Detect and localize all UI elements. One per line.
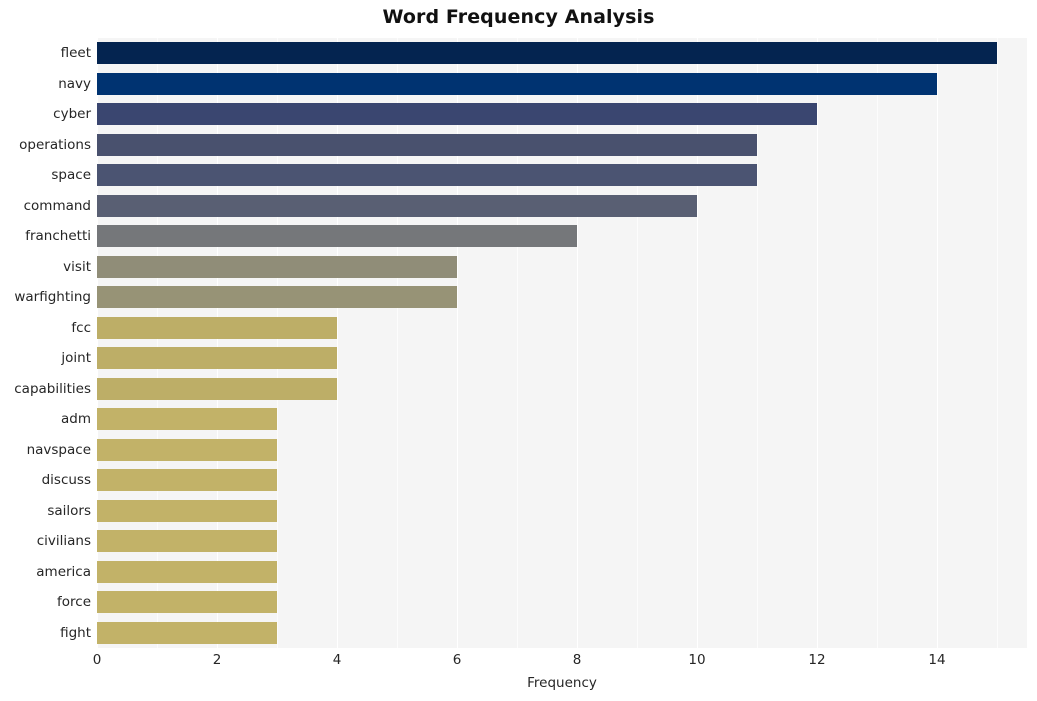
plot-area: [97, 38, 1027, 648]
bar[interactable]: [97, 72, 937, 95]
x-axis-ticks: 0 2 4 6 8 10 12 14: [93, 648, 1027, 674]
word-frequency-bar-chart: Word Frequency Analysis fleet navy cyber op…: [0, 0, 1037, 701]
x-axis-tick-label: 2: [212, 652, 222, 668]
y-axis-tick-label: discuss: [41, 472, 91, 489]
x-axis-title: Frequency: [527, 675, 597, 691]
y-axis-tick-label: operations: [19, 136, 91, 153]
bar[interactable]: [97, 42, 997, 65]
y-axis-tick-label: civilians: [36, 533, 91, 550]
bars-layer: [97, 38, 1027, 648]
bar[interactable]: [97, 133, 757, 156]
y-axis-tick-label: fight: [60, 624, 91, 641]
bar[interactable]: [97, 286, 457, 309]
y-axis-tick-label: force: [57, 594, 91, 611]
y-axis-tick-label: fleet: [60, 45, 91, 62]
y-axis-tick-label: cyber: [53, 106, 91, 123]
x-axis-tick-label: 14: [928, 652, 946, 668]
y-axis-tick-label: america: [36, 563, 91, 580]
bar[interactable]: [97, 621, 277, 644]
x-axis-tick-label: 0: [92, 652, 102, 668]
y-axis-tick-label: space: [51, 167, 91, 184]
y-axis-tick-label: franchetti: [25, 228, 91, 245]
y-axis-tick-label: navy: [58, 75, 91, 92]
bar[interactable]: [97, 499, 277, 522]
bar[interactable]: [97, 408, 277, 431]
bar[interactable]: [97, 316, 337, 339]
bar[interactable]: [97, 560, 277, 583]
bar[interactable]: [97, 225, 577, 248]
bar[interactable]: [97, 438, 277, 461]
y-axis-tick-label: joint: [61, 350, 91, 367]
y-axis-labels: fleet navy cyber operations space command fran…: [0, 38, 91, 648]
y-axis-tick-label: sailors: [47, 502, 91, 519]
x-axis-tick-label: 4: [332, 652, 342, 668]
y-axis-tick-label: navspace: [26, 441, 91, 458]
bar[interactable]: [97, 591, 277, 614]
y-axis-tick-label: command: [23, 197, 91, 214]
bar[interactable]: [97, 469, 277, 492]
y-axis-tick-label: capabilities: [14, 380, 91, 397]
chart-title: Word Frequency Analysis: [382, 6, 655, 28]
bar[interactable]: [97, 255, 457, 278]
y-axis-tick-label: adm: [61, 411, 91, 428]
x-axis-tick-label: 10: [688, 652, 706, 668]
bar[interactable]: [97, 347, 337, 370]
bar[interactable]: [97, 194, 697, 217]
bar[interactable]: [97, 377, 337, 400]
bar[interactable]: [97, 103, 817, 126]
y-axis-tick-label: fcc: [71, 319, 91, 336]
x-axis-tick-label: 8: [572, 652, 582, 668]
y-axis-tick-label: visit: [63, 258, 91, 275]
y-axis-tick-label: warfighting: [14, 289, 91, 306]
bar[interactable]: [97, 530, 277, 553]
bar[interactable]: [97, 164, 757, 187]
x-axis-tick-label: 12: [808, 652, 826, 668]
x-axis-tick-label: 6: [452, 652, 462, 668]
